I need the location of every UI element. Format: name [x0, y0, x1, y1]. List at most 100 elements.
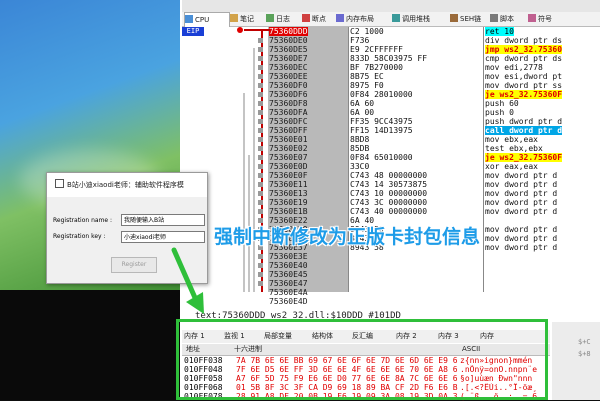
row-marker [258, 38, 263, 43]
instruction-text: push 60 [485, 99, 519, 108]
tab-notes[interactable]: 笔记 [230, 12, 264, 26]
address-cell[interactable]: 75360DF6 [269, 90, 308, 99]
instruction-text: jmp ws2_32.75360 [485, 45, 563, 54]
debugger-tab-bar: CPU 笔记 日志 断点 内存布局 调用堆栈 SEH链 脚本 符号 [182, 12, 600, 27]
address-cell[interactable]: 75360DFC [269, 117, 308, 126]
instruction[interactable]: jmp ws2_32.75360 [485, 45, 600, 54]
instruction[interactable]: mov dword ptr d [485, 207, 600, 216]
instruction[interactable]: xor eax,eax [485, 162, 600, 171]
annotation-text: 强制中断修改为正版卡封包信息 [214, 226, 481, 248]
instruction-text: je ws2_32.75360F [485, 153, 563, 162]
tab-call-stack[interactable]: 调用堆栈 [392, 12, 448, 26]
row-marker [258, 191, 263, 196]
row-marker [258, 47, 263, 52]
instruction[interactable]: push dword ptr d [485, 117, 600, 126]
tab-symbol[interactable]: 符号 [528, 12, 562, 26]
instruction-text: push dword ptr d [485, 117, 563, 126]
address-cell[interactable]: 75360E40 [269, 261, 308, 270]
address-cell[interactable]: 75360E47 [269, 279, 308, 288]
instruction-text: mov dword ptr d [485, 243, 558, 252]
address-cell[interactable]: 75360DE5 [269, 45, 308, 54]
address-cell[interactable]: 75360E1B [269, 207, 308, 216]
address-cell[interactable]: 75360E11 [269, 180, 308, 189]
opcode-bytes: C2 1000 [350, 27, 384, 36]
instruction[interactable]: push 0 [485, 108, 600, 117]
row-marker [258, 263, 263, 268]
opcode-bytes: C743 48 00000000 [350, 171, 428, 180]
row-marker [258, 281, 263, 286]
opcode-bytes: 6A 60 [350, 99, 375, 108]
instruction[interactable]: cmp dword ptr ds [485, 54, 600, 63]
breakpoint-dot[interactable] [237, 27, 243, 33]
app-icon [55, 179, 64, 188]
row-marker [258, 182, 263, 187]
address-cell[interactable]: 75360E0D [269, 162, 308, 171]
instruction[interactable]: ret 10 [485, 27, 600, 36]
reg-name-input[interactable]: 我随便输入B站 [121, 214, 205, 226]
opcode-bytes: 8BD8 [350, 135, 370, 144]
row-marker [258, 200, 263, 205]
instruction[interactable]: call dword ptr d [485, 126, 600, 135]
instruction[interactable]: mov dword ptr d [485, 189, 600, 198]
address-cell[interactable]: 75360DF0 [269, 81, 308, 90]
tab-cpu[interactable]: CPU [184, 12, 230, 27]
address-cell[interactable]: 75360DEC [269, 63, 308, 72]
eip-label: EIP [182, 27, 204, 36]
address-cell[interactable]: 75360E0F [269, 171, 308, 180]
instruction[interactable]: mov ebx,eax [485, 135, 600, 144]
address-cell[interactable]: 75360DE0 [269, 36, 308, 45]
address-cell[interactable]: 75360E02 [269, 144, 308, 153]
instruction[interactable]: mov dword ptr d [485, 234, 600, 243]
tab-memory-map[interactable]: 内存布局 [336, 12, 390, 26]
registration-dialog: B站小迪xiaodi老师：辅助软件程序模 Registration name :… [46, 172, 208, 284]
address-cell[interactable]: 75360E01 [269, 135, 308, 144]
instruction[interactable]: mov dword ptr ss [485, 81, 600, 90]
address-cell[interactable]: 75360DE7 [269, 54, 308, 63]
instruction[interactable]: push 60 [485, 99, 600, 108]
tab-log[interactable]: 日志 [266, 12, 300, 26]
address-cell[interactable]: 75360E13 [269, 189, 308, 198]
row-marker [258, 155, 263, 160]
dialog-title-bar: B站小迪xiaodi老师：辅助软件程序模 [47, 173, 207, 197]
instruction[interactable]: mov dword ptr d [485, 180, 600, 189]
row-marker [258, 119, 263, 124]
tab-label: 符号 [538, 15, 552, 23]
address-cell[interactable]: 75360E4D [269, 297, 308, 306]
address-cell[interactable]: 75360E3E [269, 252, 308, 261]
instruction[interactable]: je ws2_32.75360F [485, 90, 600, 99]
instruction[interactable]: mov dword ptr d [485, 171, 600, 180]
address-cell[interactable]: 75360E07 [269, 153, 308, 162]
reg-key-input[interactable]: 小迪xiaodi老师 [121, 231, 205, 243]
address-cell[interactable]: 75360E19 [269, 198, 308, 207]
instruction-text: call dword ptr d [485, 126, 563, 135]
instruction[interactable]: je ws2_32.75360F [485, 153, 600, 162]
row-marker [258, 146, 263, 151]
address-cell[interactable]: 75360DF8 [269, 99, 308, 108]
cpu-icon [185, 15, 193, 23]
instruction[interactable]: mov dword ptr d [485, 243, 600, 252]
instruction[interactable]: mov edi,2778 [485, 63, 600, 72]
address-cell[interactable]: 75360DFF [269, 126, 308, 135]
opcode-bytes: F736 [350, 36, 370, 45]
instruction[interactable]: mov dword ptr d [485, 225, 600, 234]
tab-seh[interactable]: SEH链 [450, 12, 488, 26]
address-cell[interactable]: 75360DEE [269, 72, 308, 81]
tab-breakpoint[interactable]: 断点 [302, 12, 334, 26]
row-marker [258, 254, 263, 259]
instruction[interactable]: div dword ptr ds [485, 36, 600, 45]
address-cell[interactable]: 75360DDD [269, 27, 308, 36]
address-cell[interactable]: 75360E45 [269, 270, 308, 279]
address-cell[interactable]: 75360DFA [269, 108, 308, 117]
opcode-bytes: C743 10 00000000 [350, 189, 428, 198]
instruction[interactable]: mov esi,dword pt [485, 72, 600, 81]
instruction[interactable]: mov dword ptr d [485, 198, 600, 207]
opcode-bytes: C743 14 30573875 [350, 180, 428, 189]
address-cell[interactable]: 75360E4A [269, 288, 308, 297]
highlight-box [176, 319, 548, 400]
memory-map-icon [336, 14, 344, 22]
instruction-text: ret 10 [485, 27, 514, 36]
instruction-text: mov dword ptr ss [485, 81, 563, 90]
instruction[interactable]: test ebx,ebx [485, 144, 600, 153]
register-button[interactable]: Register [111, 257, 157, 273]
tab-script[interactable]: 脚本 [490, 12, 526, 26]
